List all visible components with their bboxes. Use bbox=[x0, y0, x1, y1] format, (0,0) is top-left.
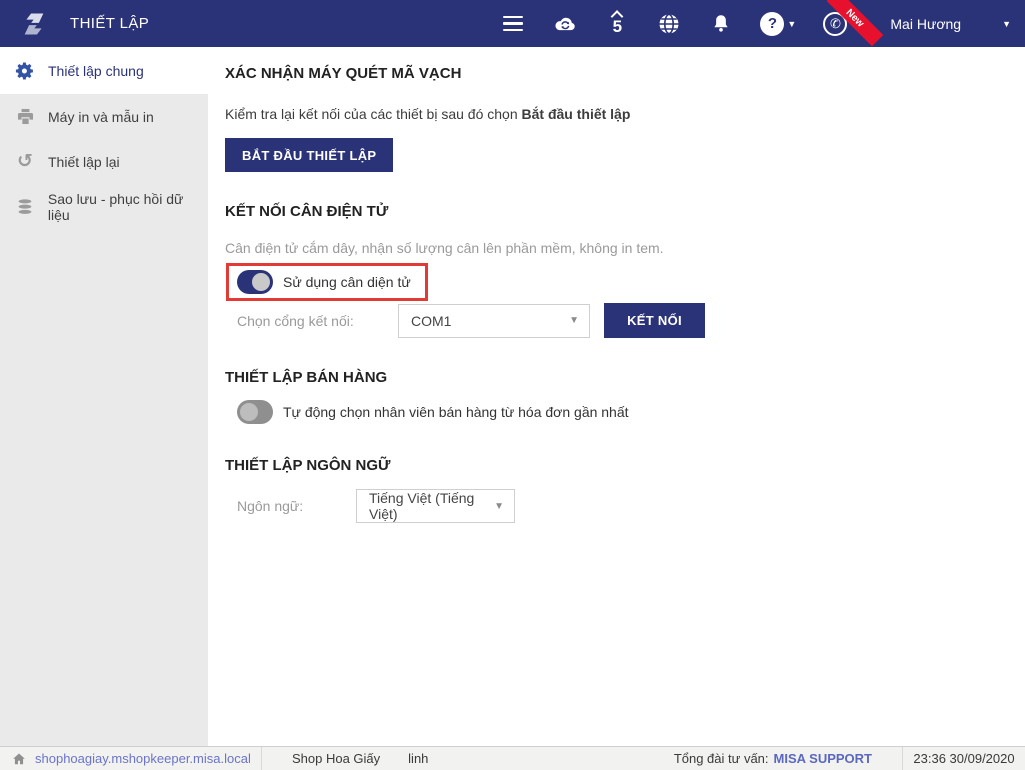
language-row: Ngôn ngữ: Tiếng Việt (Tiếng Việt) ▼ bbox=[225, 489, 1005, 523]
cloud-sync-icon[interactable] bbox=[552, 11, 578, 37]
auto-select-staff-label: Tự động chọn nhân viên bán hàng từ hóa đ… bbox=[283, 404, 629, 420]
sidebar-item-general-settings[interactable]: Thiết lập chung bbox=[0, 47, 208, 94]
scale-section-title: KẾT NỐI CÂN ĐIỆN TỬ bbox=[225, 203, 389, 220]
status-bar: shophoagiay.mshopkeeper.misa.local Shop … bbox=[0, 746, 1025, 770]
connect-button[interactable]: KẾT NỐI bbox=[604, 303, 705, 338]
database-icon bbox=[14, 198, 36, 216]
top-header-bar: THIẾT LẬP 5 ? ▼ ✆ Mai Hương ▼ New bbox=[0, 0, 1025, 47]
settings-content: XÁC NHẬN MÁY QUÉT MÃ VẠCH Kiểm tra lại k… bbox=[208, 47, 1025, 746]
sidebar-item-label: Sao lưu - phục hồi dữ liệu bbox=[47, 190, 184, 223]
settings-sidebar: Thiết lập chung Máy in và mẫu in ↺ Thiết… bbox=[0, 47, 208, 746]
help-caret-icon: ▼ bbox=[787, 18, 797, 29]
support-label: Tổng đài tư vấn: bbox=[673, 751, 769, 766]
cashier-name: linh bbox=[408, 751, 429, 766]
header-actions: 5 ? ▼ ✆ Mai Hương ▼ bbox=[500, 11, 1011, 37]
printer-icon bbox=[14, 107, 36, 126]
use-scale-toggle[interactable] bbox=[237, 270, 273, 294]
page-title: THIẾT LẬP bbox=[70, 15, 150, 32]
sidebar-item-backup-restore[interactable]: Sao lưu - phục hồi dữ liệu bbox=[0, 184, 208, 229]
help-icon[interactable]: ? ▼ bbox=[760, 11, 796, 37]
sidebar-item-reset[interactable]: ↺ Thiết lập lại bbox=[0, 139, 208, 184]
port-row: Chọn cổng kết nối: COM1 ▼ KẾT NỐI bbox=[225, 303, 1005, 338]
port-select-value: COM1 bbox=[411, 312, 452, 329]
domain-link[interactable]: shophoagiay.mshopkeeper.misa.local bbox=[35, 751, 251, 766]
sidebar-item-label: Thiết lập lại bbox=[48, 153, 120, 170]
globe-icon[interactable] bbox=[656, 11, 682, 37]
port-label: Chọn cổng kết nối: bbox=[237, 312, 354, 329]
port-select[interactable]: COM1 ▼ bbox=[398, 303, 590, 338]
sidebar-item-label: Thiết lập chung bbox=[48, 62, 144, 79]
scale-section-description: Cân điện tử cắm dây, nhận số lượng cân l… bbox=[225, 240, 664, 256]
sidebar-item-printers[interactable]: Máy in và mẫu in bbox=[0, 94, 208, 139]
start-setup-button[interactable]: BẮT ĐẦU THIẾT LẬP bbox=[225, 138, 394, 172]
language-select-value: Tiếng Việt (Tiếng Việt) bbox=[369, 490, 475, 522]
barcode-section-title: XÁC NHẬN MÁY QUÉT MÃ VẠCH bbox=[225, 65, 462, 82]
language-select[interactable]: Tiếng Việt (Tiếng Việt) ▼ bbox=[356, 489, 515, 523]
support-phone-icon[interactable]: ✆ bbox=[822, 11, 848, 37]
gear-icon bbox=[14, 61, 36, 81]
home-icon[interactable] bbox=[12, 752, 26, 766]
user-caret-icon: ▼ bbox=[1002, 18, 1011, 29]
mshopkeeper-5-icon[interactable]: 5 bbox=[604, 11, 630, 37]
language-section-title: THIẾT LẬP NGÔN NGỮ bbox=[225, 457, 391, 474]
support-cell: Tổng đài tư vấn: MISA SUPPORT bbox=[674, 751, 902, 766]
app-window: THIẾT LẬP 5 ? ▼ ✆ Mai Hương ▼ New Thiết … bbox=[0, 0, 1025, 770]
chevron-down-icon: ▼ bbox=[494, 500, 504, 512]
shop-name: Shop Hoa Giấy bbox=[292, 751, 381, 766]
barcode-section-description: Kiểm tra lại kết nối của các thiết bị sa… bbox=[225, 106, 1005, 122]
datetime: 23:36 30/09/2020 bbox=[902, 747, 1025, 770]
use-scale-toggle-label: Sử dụng cân diện tử bbox=[283, 274, 411, 290]
sidebar-item-label: Máy in và mẫu in bbox=[48, 108, 154, 125]
reset-icon: ↺ bbox=[17, 151, 33, 172]
auto-select-staff-toggle[interactable] bbox=[237, 400, 273, 424]
chevron-down-icon: ▼ bbox=[569, 315, 579, 326]
user-menu[interactable]: Mai Hương ▼ bbox=[890, 16, 1011, 32]
support-link[interactable]: MISA SUPPORT bbox=[774, 751, 872, 766]
barcode-desc-bold: Bắt đầu thiết lập bbox=[521, 106, 631, 122]
bell-icon[interactable] bbox=[708, 11, 734, 37]
barcode-desc-text: Kiểm tra lại kết nối của các thiết bị sa… bbox=[225, 106, 522, 122]
domain-cell: shophoagiay.mshopkeeper.misa.local bbox=[0, 747, 262, 770]
sales-toggle-row: Tự động chọn nhân viên bán hàng từ hóa đ… bbox=[237, 400, 1005, 424]
misa-logo-icon[interactable] bbox=[18, 8, 50, 40]
menu-icon[interactable] bbox=[500, 11, 526, 37]
highlight-box: Sử dụng cân diện tử bbox=[226, 263, 428, 301]
language-label: Ngôn ngữ: bbox=[237, 498, 304, 514]
sales-section-title: THIẾT LẬP BÁN HÀNG bbox=[225, 369, 388, 386]
user-name: Mai Hương bbox=[890, 15, 962, 32]
